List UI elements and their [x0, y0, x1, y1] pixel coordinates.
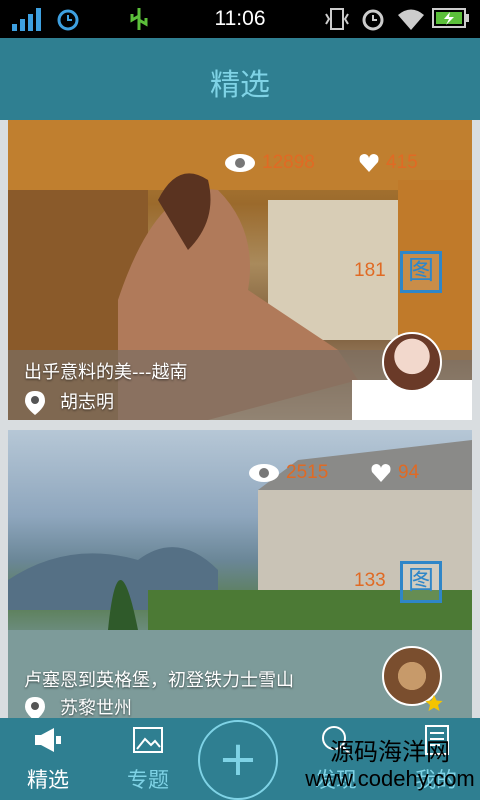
image-badge: 图	[400, 561, 442, 603]
plus-icon: +	[217, 731, 259, 787]
app-header: 精选	[0, 38, 480, 120]
feed-card[interactable]: 12898 415 181 图 出乎意料的美---越南 胡志明	[8, 120, 472, 420]
like-count: 415	[358, 152, 418, 174]
wifi-icon	[398, 9, 424, 30]
star-icon	[425, 695, 443, 711]
like-count: 94	[370, 462, 419, 484]
image-badge: 图	[400, 251, 442, 293]
view-count: 2515	[248, 462, 328, 484]
vibrate-icon	[325, 8, 349, 30]
tab-featured[interactable]: 精选	[0, 718, 96, 800]
location-pin-icon	[25, 697, 45, 718]
eye-icon	[249, 463, 279, 482]
heart-icon	[359, 153, 379, 172]
battery-charging-icon	[432, 8, 469, 28]
location-row: 苏黎世州	[24, 694, 132, 718]
avatar[interactable]	[382, 332, 442, 392]
watermark: 源码海洋网 www.codehy.com	[305, 738, 475, 791]
image-count: 133	[354, 570, 386, 591]
add-post-button[interactable]: +	[198, 720, 278, 800]
image-icon	[133, 727, 163, 753]
status-bar: 11:06	[0, 0, 480, 38]
page-title: 精选	[210, 68, 270, 103]
location-pin-icon	[25, 391, 45, 415]
card-caption: 出乎意料的美---越南	[24, 362, 188, 383]
heart-icon	[371, 463, 391, 482]
feed-card[interactable]: 2515 94 133 图 卢塞恩到英格堡，初登铁力士雪山 苏黎世州	[8, 430, 472, 718]
image-count: 181	[354, 260, 386, 281]
card-caption: 卢塞恩到英格堡，初登铁力士雪山	[24, 670, 294, 691]
megaphone-icon	[35, 728, 61, 752]
tab-topics[interactable]: 专题	[100, 718, 196, 800]
view-count: 12898	[224, 152, 315, 174]
location-row: 胡志明	[24, 388, 114, 416]
feed-list[interactable]: 12898 415 181 图 出乎意料的美---越南 胡志明 2515 94 …	[0, 120, 480, 718]
eye-icon	[225, 153, 255, 172]
alarm-icon	[362, 9, 384, 31]
